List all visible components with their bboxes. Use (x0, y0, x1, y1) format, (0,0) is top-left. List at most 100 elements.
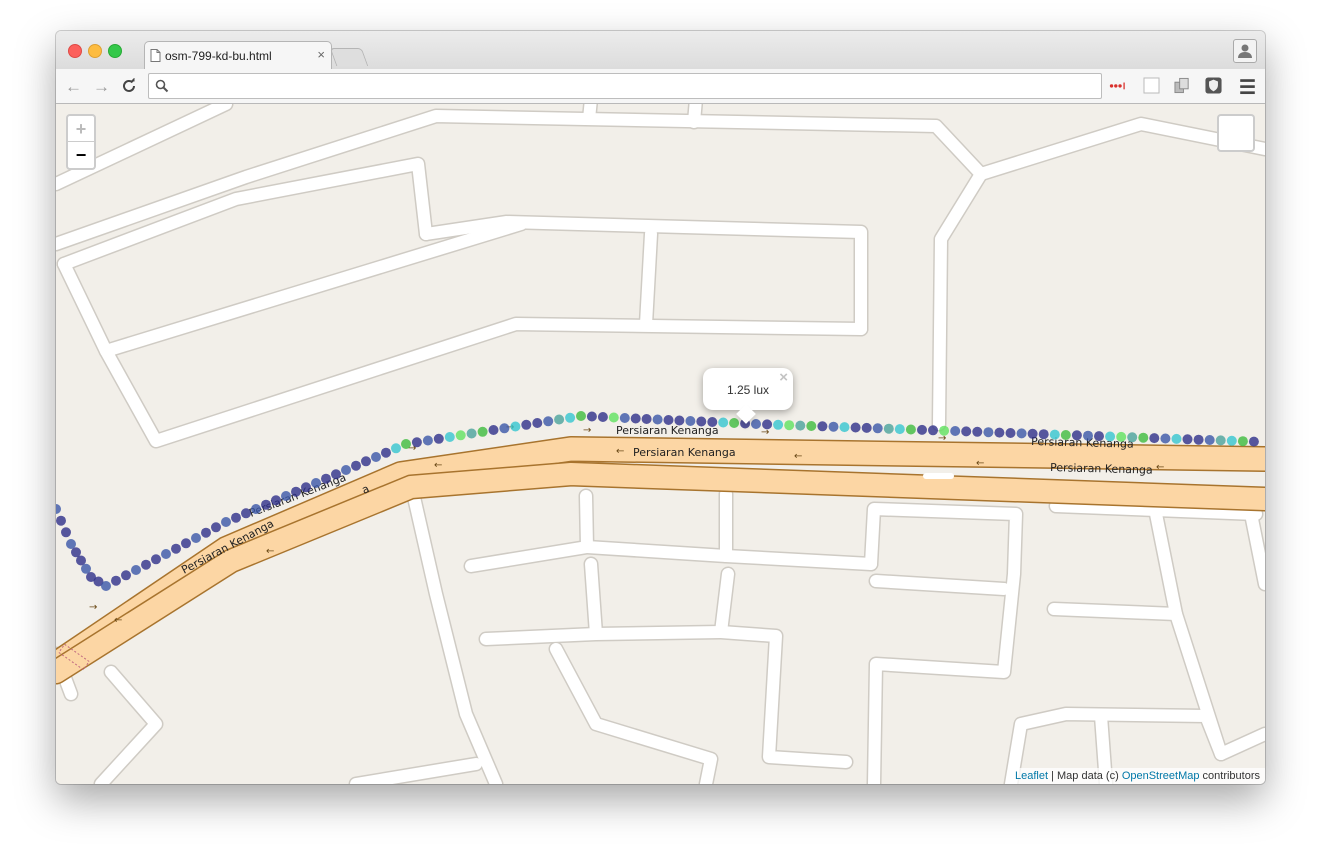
track-point[interactable] (718, 417, 729, 428)
track-point[interactable] (371, 452, 381, 462)
track-point[interactable] (1226, 435, 1237, 446)
track-point[interactable] (61, 527, 71, 538)
track-point[interactable] (1038, 429, 1049, 440)
track-point[interactable] (1060, 430, 1071, 440)
track-point[interactable] (422, 435, 433, 446)
layer-control-button[interactable] (1217, 114, 1255, 152)
track-point[interactable] (521, 419, 532, 430)
zoom-in-button[interactable]: + (68, 116, 94, 142)
reload-icon[interactable] (121, 78, 137, 94)
track-point[interactable] (1215, 435, 1226, 446)
back-arrow-icon[interactable]: ← (65, 77, 82, 97)
track-point[interactable] (466, 428, 477, 439)
track-point[interactable] (221, 517, 231, 527)
forward-arrow-icon[interactable]: → (93, 77, 110, 97)
track-point[interactable] (1071, 430, 1082, 441)
address-bar[interactable] (148, 73, 1102, 99)
track-point[interactable] (983, 427, 994, 438)
track-point[interactable] (241, 508, 251, 519)
track-point[interactable] (817, 421, 828, 432)
blank-page-extension-icon[interactable] (1143, 77, 1160, 94)
track-point[interactable] (488, 425, 499, 435)
map-container[interactable]: Persiaran Kenanga Persiaran Kenanga Pers… (56, 104, 1265, 784)
track-point[interactable] (586, 411, 597, 422)
track-point[interactable] (381, 447, 391, 458)
track-point[interactable] (828, 421, 839, 432)
minimize-window-button[interactable] (88, 44, 102, 58)
track-point[interactable] (762, 419, 773, 430)
track-point[interactable] (56, 504, 61, 514)
track-point[interactable] (784, 420, 795, 431)
track-point[interactable] (894, 424, 905, 435)
track-point[interactable] (433, 433, 444, 444)
track-point[interactable] (56, 515, 66, 526)
track-point[interactable] (291, 486, 301, 497)
track-point[interactable] (391, 443, 401, 454)
track-point[interactable] (1204, 435, 1215, 445)
track-point[interactable] (161, 549, 171, 559)
track-point[interactable] (1149, 433, 1160, 444)
track-point[interactable] (311, 478, 321, 488)
track-point[interactable] (1027, 428, 1038, 439)
track-point[interactable] (361, 456, 371, 467)
track-point[interactable] (181, 538, 191, 549)
ellipsis-extension-icon[interactable] (1109, 77, 1126, 94)
track-point[interactable] (1138, 432, 1149, 443)
track-point[interactable] (619, 413, 630, 423)
menu-icon[interactable] (1239, 78, 1256, 95)
openstreetmap-link[interactable]: OpenStreetMap (1122, 770, 1200, 782)
popup-close-icon[interactable]: × (779, 369, 788, 386)
zoom-out-button[interactable]: − (68, 142, 94, 168)
track-point[interactable] (1193, 434, 1204, 445)
track-point[interactable] (1171, 433, 1182, 444)
track-point[interactable] (76, 555, 86, 566)
track-point[interactable] (111, 575, 121, 586)
track-point[interactable] (641, 414, 652, 424)
track-point[interactable] (1083, 430, 1093, 441)
track-point[interactable] (961, 426, 972, 437)
track-point[interactable] (707, 417, 718, 427)
track-point[interactable] (565, 412, 576, 423)
track-point[interactable] (151, 554, 161, 565)
track-point[interactable] (696, 416, 707, 427)
track-point[interactable] (141, 559, 151, 570)
track-point[interactable] (131, 565, 141, 575)
track-point[interactable] (477, 426, 488, 437)
track-point[interactable] (510, 421, 521, 432)
track-point[interactable] (1049, 429, 1060, 440)
track-point[interactable] (630, 413, 641, 424)
track-point[interactable] (271, 495, 281, 506)
track-point[interactable] (939, 425, 950, 436)
track-point[interactable] (101, 581, 111, 591)
track-point[interactable] (231, 512, 241, 523)
track-point[interactable] (751, 419, 761, 429)
track-point[interactable] (576, 411, 586, 421)
track-point[interactable] (795, 420, 806, 431)
track-point[interactable] (341, 465, 351, 475)
track-point[interactable] (401, 439, 411, 449)
track-point[interactable] (211, 522, 221, 533)
tab-close-icon[interactable]: × (317, 47, 325, 62)
track-point[interactable] (201, 527, 211, 538)
track-point[interactable] (597, 412, 608, 422)
track-point[interactable] (663, 415, 674, 425)
track-point[interactable] (652, 414, 663, 425)
track-point[interactable] (806, 421, 817, 431)
track-point[interactable] (455, 430, 466, 441)
track-point[interactable] (301, 482, 311, 493)
track-point[interactable] (1094, 431, 1104, 442)
track-point[interactable] (994, 427, 1005, 438)
track-point[interactable] (499, 423, 510, 434)
track-point[interactable] (608, 412, 619, 423)
shield-extension-icon[interactable] (1205, 77, 1222, 94)
track-point[interactable] (121, 570, 131, 581)
track-point[interactable] (554, 414, 565, 425)
new-tab-button[interactable] (329, 48, 369, 66)
track-point[interactable] (532, 418, 543, 428)
track-point[interactable] (1116, 431, 1127, 442)
track-point[interactable] (850, 422, 861, 433)
track-point[interactable] (1248, 436, 1259, 447)
track-point[interactable] (861, 422, 872, 433)
track-point[interactable] (1105, 431, 1116, 442)
track-point[interactable] (171, 543, 181, 554)
